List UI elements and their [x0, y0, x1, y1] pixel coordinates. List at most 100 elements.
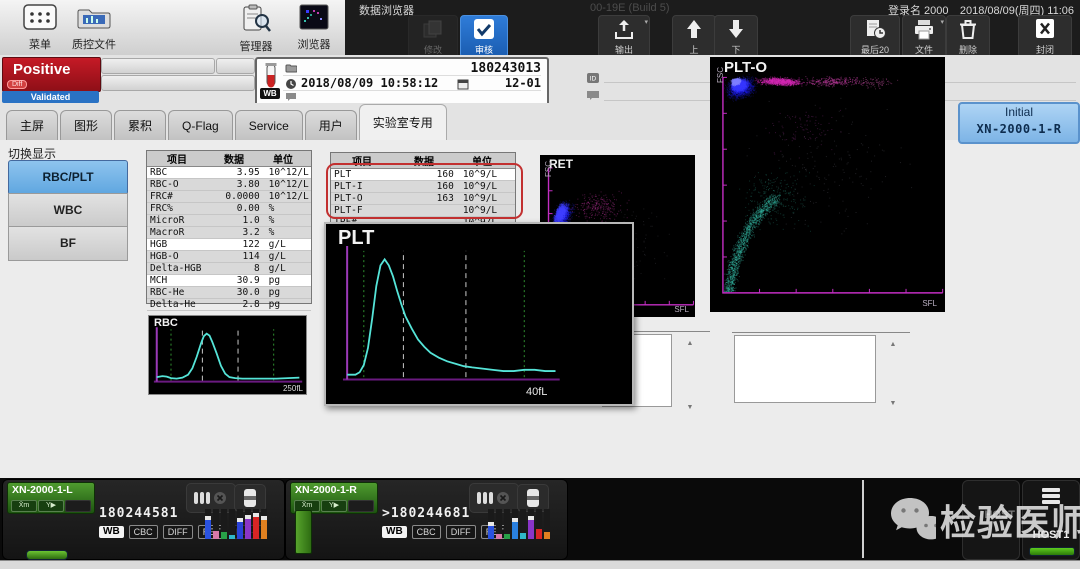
tab-3[interactable]: Q-Flag	[168, 110, 233, 140]
display-switch-0[interactable]: RBC/PLT	[8, 160, 128, 195]
tab-4[interactable]: Service	[235, 110, 303, 140]
profile-badge: DIFF	[163, 525, 193, 539]
status-light	[26, 550, 68, 560]
up-button[interactable]: 上	[672, 15, 716, 58]
tab-5[interactable]: 用户	[305, 110, 357, 140]
browser-button[interactable]: 浏览器	[286, 4, 342, 52]
close-x-icon	[1033, 18, 1057, 40]
gauge-bar	[253, 509, 259, 539]
host-panel[interactable]: HOST	[962, 480, 1020, 560]
qc-file-button[interactable]: 质控文件	[66, 4, 122, 52]
table-row: HGB-O114g/L	[147, 251, 311, 263]
plt-histogram-popup[interactable]: PLT 40fL	[324, 222, 634, 406]
x-axis-label: SFL	[922, 299, 937, 308]
rack-icon	[476, 489, 512, 507]
plt-o-canvas	[710, 57, 945, 312]
analyzer-name: XN-2000-1-R	[295, 484, 357, 496]
menu-grid-icon	[23, 4, 57, 30]
initial-analyzer-button[interactable]: Initial XN-2000-1-R	[958, 102, 1080, 144]
gauge-cap	[488, 522, 494, 526]
param-value: 0.00	[208, 203, 265, 214]
delete-button[interactable]: 删除	[946, 15, 990, 58]
id-icon: ID	[586, 72, 600, 84]
trash-icon	[956, 18, 980, 40]
output-icon	[612, 18, 636, 40]
column-header: 单位	[261, 151, 305, 166]
gauge-cap	[528, 516, 534, 520]
param-name: Delta-HGB	[147, 263, 208, 274]
table-header: 项目数据单位	[147, 151, 311, 167]
build-version: 00-19E (Build 5)	[590, 2, 670, 14]
gauge-cap	[245, 515, 251, 519]
profile-badge: DIFF	[446, 525, 476, 539]
table-row: PLT16010^9/L	[331, 169, 515, 181]
reagent-button[interactable]	[234, 484, 266, 512]
gauge-cap	[253, 513, 259, 517]
gauge-fill	[205, 520, 211, 539]
reagent-icon	[243, 488, 257, 508]
close-button[interactable]: 封闭	[1018, 15, 1072, 58]
param-unit: 10^9/L	[459, 169, 515, 180]
param-value: 8	[208, 263, 265, 274]
table-header: 项目数据单位	[331, 153, 515, 169]
manager-button[interactable]: 管理器	[228, 4, 284, 54]
analyzer-panel-left[interactable]: XN-2000-1-LX̄mY▶180244581WBCBCDIFFRETPLT…	[2, 479, 285, 560]
diff-flag-badge: Diff	[7, 80, 27, 89]
tab-0[interactable]: 主屏	[6, 110, 58, 140]
dropdown-caret-icon: ▾	[940, 18, 944, 26]
initial-label: Initial	[960, 104, 1078, 121]
param-name: PLT	[331, 169, 394, 180]
gauge-bar	[229, 509, 235, 539]
manager-icon	[240, 4, 272, 32]
display-switch-2[interactable]: BF	[8, 226, 128, 261]
output-button[interactable]: ▾ 输出	[598, 15, 650, 58]
printer-icon	[912, 18, 936, 40]
param-name: FRC%	[147, 203, 208, 214]
plt-o-scattergram[interactable]: PLT-O FSC SFL	[710, 57, 945, 312]
qc-badge: Y▶	[38, 500, 64, 512]
tube-type-badge: WB	[260, 88, 280, 99]
gauge-fill	[253, 517, 259, 539]
param-value: 1.0	[208, 215, 265, 226]
file-button[interactable]: ▾ 文件	[902, 15, 946, 58]
scroll-down-icon[interactable]: ▼	[890, 400, 897, 407]
param-unit: 10^9/L	[459, 193, 515, 204]
gauge-bar	[488, 509, 494, 539]
host1-panel[interactable]: HOST1	[1022, 480, 1080, 560]
listbox-content[interactable]	[734, 335, 876, 403]
dropdown-caret-icon: ▾	[644, 18, 648, 26]
status-bar-divider	[862, 480, 864, 558]
scroll-up-icon[interactable]: ▲	[890, 341, 897, 348]
param-value: 30.0	[208, 287, 265, 298]
rbc-histogram[interactable]: RBC 250fL	[148, 315, 307, 395]
down-button[interactable]: 下	[714, 15, 758, 58]
display-switch-1[interactable]: WBC	[8, 193, 128, 228]
listbox-scrollbar[interactable]: ▲▼	[876, 335, 910, 413]
param-unit: pg	[265, 299, 311, 310]
tab-2[interactable]: 累积	[114, 110, 166, 140]
info-field	[216, 58, 255, 74]
scroll-up-icon[interactable]: ▲	[687, 340, 694, 347]
tab-6[interactable]: 实验室专用	[359, 104, 447, 140]
gauge-fill	[512, 522, 518, 539]
qc-badge: Y▶	[321, 500, 347, 512]
tab-1[interactable]: 图形	[60, 110, 112, 140]
reagent-button[interactable]	[517, 484, 549, 512]
column-header: 数据	[207, 151, 261, 166]
menu-button[interactable]: 菜单	[12, 4, 68, 52]
last20-button[interactable]: 最后20	[850, 15, 900, 58]
scroll-down-icon[interactable]: ▼	[687, 404, 694, 411]
param-value: 163	[394, 193, 459, 204]
profile-badge: WB	[382, 526, 407, 538]
table-row: HGB122g/L	[147, 239, 311, 251]
param-name: MCH	[147, 275, 208, 286]
param-unit: pg	[265, 287, 311, 298]
table-row: Delta-HGB8g/L	[147, 263, 311, 275]
y-axis-label: FSC	[716, 67, 725, 83]
analyzer-panel-right[interactable]: XN-2000-1-RX̄mY▶>180244681WBCBCDIFFRET	[285, 479, 568, 560]
gauge-fill	[229, 535, 235, 539]
param-name: HGB-O	[147, 251, 208, 262]
edit-button[interactable]: 修改	[408, 15, 458, 58]
listbox-scrollbar[interactable]: ▲▼	[672, 334, 708, 417]
review-button[interactable]: 审核	[460, 15, 508, 58]
